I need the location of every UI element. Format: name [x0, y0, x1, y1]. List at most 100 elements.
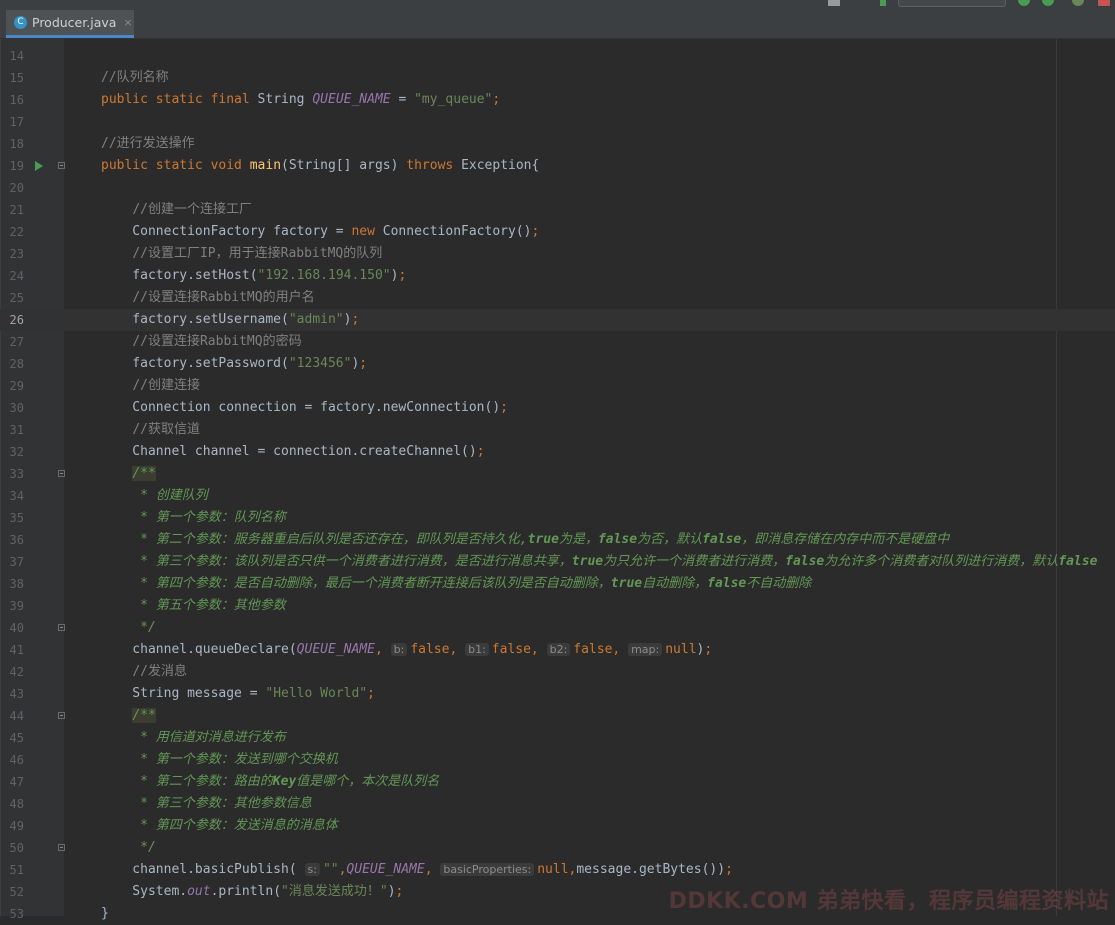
line-number: 19: [9, 159, 24, 173]
code-line[interactable]: 44 /**: [0, 705, 1115, 727]
code-text: }: [101, 903, 109, 925]
code-line[interactable]: 41 channel.queueDeclare(QUEUE_NAME, b: fa…: [0, 639, 1115, 661]
tab-producer-java[interactable]: C Producer.java ×: [6, 10, 134, 38]
toolbar-menu-icon[interactable]: [828, 0, 840, 6]
code-line[interactable]: 33 /**: [0, 463, 1115, 485]
code-token: false: [702, 532, 742, 547]
code-line[interactable]: 28 factory.setPassword("123456");: [0, 353, 1115, 375]
code-text: System.out.println("消息发送成功！");: [101, 881, 403, 903]
code-line[interactable]: 45 * 用信道对消息进行发布: [0, 727, 1115, 749]
code-line[interactable]: 15 //队列名称: [0, 67, 1115, 89]
code-line[interactable]: 47 * 第二个参数：路由的Key值是哪个，本次是队列名: [0, 771, 1115, 793]
code-token: true: [571, 554, 604, 569]
line-number: 33: [9, 467, 24, 481]
code-line[interactable]: 50 */: [0, 837, 1115, 859]
code-token: "192.168.194.150": [257, 268, 391, 283]
code-line[interactable]: 46 * 第一个参数：发送到哪个交换机: [0, 749, 1115, 771]
code-token: Key: [272, 774, 297, 789]
code-token: ;: [359, 356, 368, 371]
code-text: * 第一个参数：队列名称: [101, 507, 286, 529]
code-line[interactable]: 16 public static final String QUEUE_NAME …: [0, 89, 1115, 111]
code-token: ;: [395, 884, 404, 899]
code-token: false: [707, 576, 747, 591]
code-line[interactable]: 17: [0, 111, 1115, 133]
code-line[interactable]: 21 //创建一个连接工厂: [0, 199, 1115, 221]
build-icon[interactable]: [880, 0, 886, 6]
fold-icon[interactable]: [58, 844, 65, 851]
line-number: 43: [9, 687, 24, 701]
code-token: out: [187, 884, 211, 899]
code-token: String: [257, 92, 313, 107]
code-text: * 第五个参数：其他参数: [101, 595, 286, 617]
code-token: System.: [101, 884, 188, 899]
run-icon[interactable]: [1018, 0, 1030, 6]
code-token: QUEUE_NAME: [346, 862, 425, 877]
code-line[interactable]: 24 factory.setHost("192.168.194.150");: [0, 265, 1115, 287]
code-line[interactable]: 26 factory.setUsername("admin");: [0, 309, 1115, 331]
code-editor[interactable]: 14 15 //队列名称 16 public static final String Q…: [0, 45, 1115, 925]
close-icon[interactable]: ×: [123, 16, 132, 29]
code-token: ConnectionFactory factory =: [101, 224, 352, 239]
run-config-dropdown[interactable]: [898, 0, 1006, 7]
coverage-icon[interactable]: [1072, 0, 1084, 6]
code-line[interactable]: 20: [0, 177, 1115, 199]
fold-icon[interactable]: [58, 470, 65, 477]
code-line[interactable]: 18 //进行发送操作: [0, 133, 1115, 155]
fold-icon[interactable]: [58, 712, 65, 719]
code-line[interactable]: 22 ConnectionFactory factory = new Conne…: [0, 221, 1115, 243]
fold-icon[interactable]: [58, 162, 65, 169]
code-line[interactable]: 43 String message = "Hello World";: [0, 683, 1115, 705]
parameter-hint: b:: [390, 643, 408, 656]
code-line[interactable]: 42 //发消息: [0, 661, 1115, 683]
code-line[interactable]: 31 //获取信道: [0, 419, 1115, 441]
code-line[interactable]: 34 * 创建队列: [0, 485, 1115, 507]
code-text: * 第三个参数：该队列是否只供一个消费者进行消费，是否进行消息共享，true为只…: [101, 551, 1097, 573]
code-line[interactable]: 49 * 第四个参数：发送消息的消息体: [0, 815, 1115, 837]
code-line[interactable]: 37 * 第三个参数：该队列是否只供一个消费者进行消费，是否进行消息共享，tru…: [0, 551, 1115, 573]
code-token: */: [101, 620, 156, 635]
code-line[interactable]: 30 Connection connection = factory.newCo…: [0, 397, 1115, 419]
code-token: false,: [491, 642, 547, 657]
code-line[interactable]: 14: [0, 45, 1115, 67]
code-line[interactable]: 51 channel.basicPublish( s: "",QUEUE_NAME…: [0, 859, 1115, 881]
code-line[interactable]: 38 * 第四个参数：是否自动删除，最后一个消费者断开连接后该队列是否自动删除，…: [0, 573, 1115, 595]
code-line[interactable]: 29 //创建连接: [0, 375, 1115, 397]
code-line[interactable]: 36 * 第二个参数：服务器重启后队列是否还存在，即队列是否持久化,true为是…: [0, 529, 1115, 551]
code-token: 自动删除，: [642, 576, 708, 591]
code-token: factory.setUsername(: [101, 312, 289, 327]
code-line[interactable]: 39 * 第五个参数：其他参数: [0, 595, 1115, 617]
fold-icon[interactable]: [58, 624, 65, 631]
code-line[interactable]: 35 * 第一个参数：队列名称: [0, 507, 1115, 529]
code-line[interactable]: 19 public static void main(String[] args)…: [0, 155, 1115, 177]
code-token: * 创建队列: [101, 488, 208, 503]
run-gutter-icon[interactable]: [35, 161, 43, 171]
code-token: false: [1058, 554, 1098, 569]
line-number: 48: [9, 797, 24, 811]
line-number: 52: [9, 885, 24, 899]
code-token: (String[] args): [281, 158, 407, 173]
parameter-hint: map:: [628, 643, 663, 656]
code-token: */: [101, 840, 156, 855]
code-token: ;: [351, 312, 360, 327]
code-line[interactable]: 27 //设置连接RabbitMQ的密码: [0, 331, 1115, 353]
code-token: QUEUE_NAME: [296, 642, 375, 657]
code-line[interactable]: 32 Channel channel = connection.createCh…: [0, 441, 1115, 463]
code-token: ;: [476, 444, 485, 459]
code-line[interactable]: 40 */: [0, 617, 1115, 639]
code-line[interactable]: 48 * 第三个参数：其他参数信息: [0, 793, 1115, 815]
code-line[interactable]: 23 //设置工厂IP，用于连接RabbitMQ的队列: [0, 243, 1115, 265]
code-line[interactable]: 25 //设置连接RabbitMQ的用户名: [0, 287, 1115, 309]
code-token: //设置连接RabbitMQ的用户名: [132, 290, 315, 305]
line-number: 53: [9, 907, 24, 921]
code-token: 为是，: [558, 532, 598, 547]
code-token: QUEUE_NAME: [312, 92, 391, 107]
debug-icon[interactable]: [1042, 0, 1054, 6]
stop-icon[interactable]: [1098, 0, 1110, 6]
code-token: 为允许多个消费者对队列进行消费，默认: [824, 554, 1059, 569]
